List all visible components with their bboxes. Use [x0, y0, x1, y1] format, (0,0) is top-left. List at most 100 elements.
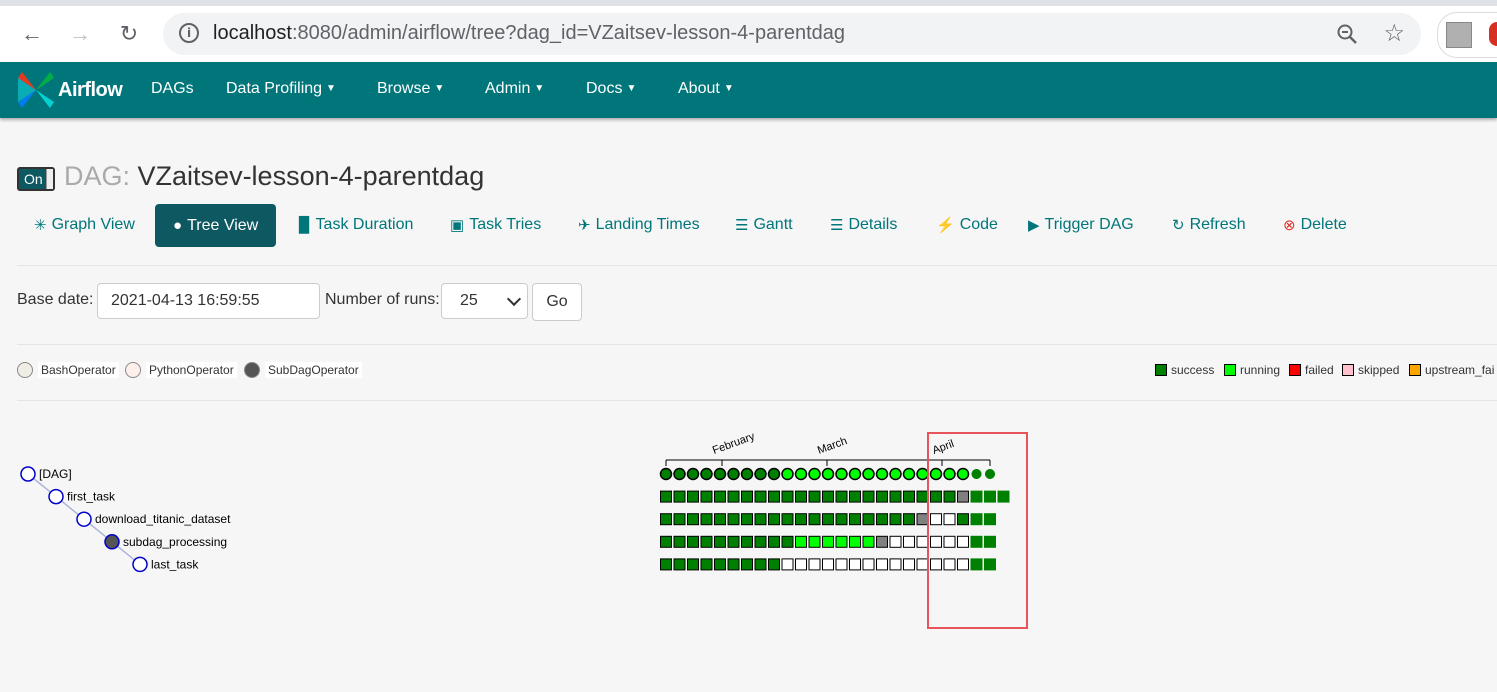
task-instance-square[interactable]	[889, 535, 902, 548]
back-icon[interactable]: ←	[18, 20, 46, 48]
dag-run-circle[interactable]	[673, 467, 686, 481]
avatar[interactable]	[1446, 22, 1472, 48]
task-instance-square[interactable]	[741, 513, 753, 526]
reload-icon[interactable]: ↻	[115, 20, 143, 48]
task-instance-square[interactable]	[849, 558, 861, 571]
address-bar[interactable]: i localhost:8080/admin/airflow/tree?dag_…	[163, 13, 1421, 55]
task-instance-square[interactable]	[754, 513, 767, 526]
task-instance-square[interactable]	[889, 490, 902, 503]
task-instance-square[interactable]	[889, 513, 902, 526]
task-instance-square[interactable]	[862, 535, 875, 548]
task-instance-square[interactable]	[822, 535, 834, 548]
task-node[interactable]	[104, 534, 120, 550]
task-instance-square[interactable]	[673, 535, 686, 548]
dag-run-circle[interactable]	[875, 467, 889, 481]
task-instance-square[interactable]	[673, 490, 686, 503]
task-instance-square[interactable]	[808, 513, 821, 526]
task-node[interactable]	[48, 488, 64, 505]
forward-icon[interactable]: →	[66, 20, 94, 48]
task-instance-square[interactable]	[714, 490, 726, 503]
task-instance-square[interactable]	[673, 558, 686, 571]
info-icon[interactable]: i	[179, 23, 199, 43]
task-instance-square[interactable]	[687, 513, 699, 526]
tab-code[interactable]: ⚡ Code	[936, 216, 998, 234]
tab-landing-times[interactable]: ✈ Landing Times	[578, 216, 700, 234]
task-instance-square[interactable]	[849, 513, 861, 526]
extension-icon[interactable]	[1489, 22, 1497, 46]
task-instance-square[interactable]	[754, 490, 767, 503]
dag-run-circle[interactable]	[835, 467, 848, 481]
menu-browse[interactable]: Browse ▼	[377, 80, 444, 98]
dag-run-circle[interactable]	[902, 467, 916, 481]
menu-dags[interactable]: DAGs	[151, 80, 194, 98]
task-instance-square[interactable]	[835, 490, 848, 503]
task-label[interactable]: download_titanic_dataset	[95, 512, 231, 526]
dag-run-circle[interactable]	[848, 467, 862, 481]
task-label[interactable]: first_task	[67, 490, 116, 504]
task-instance-square[interactable]	[727, 513, 740, 526]
task-instance-square[interactable]	[903, 490, 915, 503]
task-instance-square[interactable]	[660, 490, 672, 503]
task-instance-square[interactable]	[741, 490, 753, 503]
task-instance-square[interactable]	[795, 558, 807, 571]
task-instance-square[interactable]	[741, 535, 753, 548]
dag-run-circle[interactable]	[659, 467, 673, 481]
task-instance-square[interactable]	[876, 558, 888, 571]
task-instance-square[interactable]	[781, 490, 794, 503]
task-instance-square[interactable]	[808, 558, 821, 571]
tab-task-duration[interactable]: ▉ Task Duration	[299, 216, 413, 234]
task-label[interactable]: last_task	[151, 557, 199, 571]
task-instance-square[interactable]	[808, 490, 821, 503]
task-instance-square[interactable]	[768, 558, 780, 571]
task-instance-square[interactable]	[727, 490, 740, 503]
task-instance-square[interactable]	[849, 535, 861, 548]
task-instance-square[interactable]	[727, 535, 740, 548]
dag-run-circle[interactable]	[821, 467, 835, 481]
dag-run-circle[interactable]	[767, 467, 781, 481]
task-instance-square[interactable]	[714, 558, 726, 571]
task-instance-square[interactable]	[754, 558, 767, 571]
dag-run-circle[interactable]	[754, 467, 767, 481]
task-instance-square[interactable]	[876, 513, 888, 526]
dag-run-circle[interactable]	[700, 467, 713, 481]
task-instance-square[interactable]	[700, 558, 713, 571]
go-button[interactable]: Go	[532, 283, 582, 321]
task-label[interactable]: [DAG]	[39, 467, 72, 481]
task-instance-square[interactable]	[822, 490, 834, 503]
dag-run-circle[interactable]	[781, 467, 794, 481]
dag-run-circle[interactable]	[713, 467, 727, 481]
task-instance-square[interactable]	[835, 535, 848, 548]
task-instance-square[interactable]	[903, 535, 915, 548]
task-instance-square[interactable]	[673, 513, 686, 526]
bookmark-star-icon[interactable]: ☆	[1383, 19, 1405, 48]
task-instance-square[interactable]	[862, 490, 875, 503]
profile-area[interactable]	[1437, 12, 1497, 58]
tab-gantt[interactable]: ☰ Gantt	[735, 216, 793, 234]
task-instance-square[interactable]	[781, 513, 794, 526]
menu-about[interactable]: About ▼	[678, 80, 734, 98]
task-instance-square[interactable]	[808, 535, 821, 548]
task-node[interactable]	[132, 556, 148, 573]
task-instance-square[interactable]	[714, 513, 726, 526]
task-node[interactable]	[76, 511, 92, 527]
task-instance-square[interactable]	[687, 535, 699, 548]
menu-docs[interactable]: Docs ▼	[586, 80, 636, 98]
tab-delete[interactable]: ⊗ Delete	[1283, 216, 1347, 234]
tab-task-tries[interactable]: ▣ Task Tries	[450, 216, 541, 234]
task-instance-square[interactable]	[741, 558, 753, 571]
task-instance-square[interactable]	[768, 535, 780, 548]
tab-details[interactable]: ☰ Details	[830, 216, 897, 234]
tab-tree-view[interactable]: ● Tree View	[155, 204, 277, 247]
task-instance-square[interactable]	[660, 513, 672, 526]
menu-data-profiling[interactable]: Data Profiling ▼	[226, 80, 336, 98]
zoom-icon[interactable]	[1335, 22, 1359, 46]
url-text[interactable]: localhost:8080/admin/airflow/tree?dag_id…	[213, 22, 845, 45]
task-instance-square[interactable]	[903, 558, 915, 571]
task-instance-square[interactable]	[795, 513, 807, 526]
task-instance-square[interactable]	[727, 558, 740, 571]
task-instance-square[interactable]	[700, 535, 713, 548]
task-instance-square[interactable]	[822, 513, 834, 526]
dag-run-circle[interactable]	[862, 467, 875, 481]
task-instance-square[interactable]	[781, 558, 794, 571]
task-instance-square[interactable]	[660, 558, 672, 571]
